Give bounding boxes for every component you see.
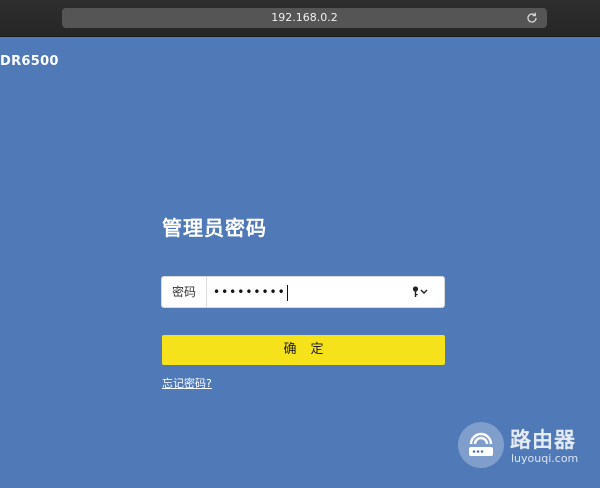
forgot-password-link[interactable]: 忘记密码? xyxy=(162,375,212,391)
address-bar[interactable]: 192.168.0.2 xyxy=(62,8,547,28)
text-caret xyxy=(286,284,288,301)
password-field[interactable]: 密码 ••••••••• xyxy=(161,276,445,308)
reload-icon[interactable] xyxy=(525,11,539,25)
page: 192.168.0.2 DR6500 管理员密码 密码 ••••••••• 确定… xyxy=(0,0,600,488)
key-icon[interactable] xyxy=(412,285,430,299)
password-label: 密码 xyxy=(162,277,207,307)
watermark: 路由器 luyouqi.com xyxy=(458,420,582,470)
page-title: 管理员密码 xyxy=(162,216,267,240)
watermark-title: 路由器 xyxy=(510,428,576,452)
url-text: 192.168.0.2 xyxy=(271,11,338,24)
confirm-button[interactable]: 确定 xyxy=(162,335,445,365)
password-value: ••••••••• xyxy=(213,285,286,299)
password-input[interactable]: ••••••••• xyxy=(213,277,288,307)
router-logo-icon xyxy=(458,422,504,468)
watermark-subtitle: luyouqi.com xyxy=(511,452,579,465)
browser-toolbar: 192.168.0.2 xyxy=(0,0,600,37)
router-model: DR6500 xyxy=(0,54,59,69)
